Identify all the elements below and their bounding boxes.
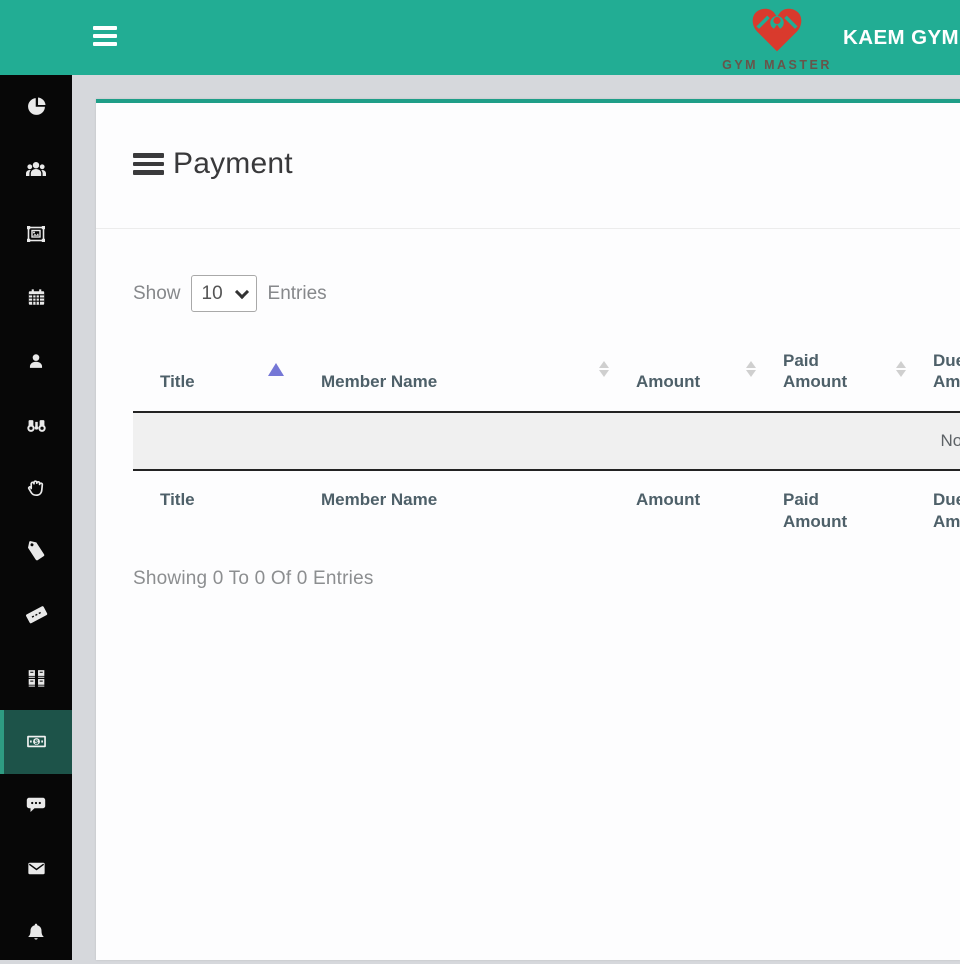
money-bill-icon: $ (24, 729, 49, 754)
column-header-due-amount[interactable]: Due Amount (906, 334, 960, 412)
payments-table-container: Title Member Name Amount Paid Amoun (133, 334, 960, 532)
show-label: Show (133, 283, 181, 305)
sidebar-item-attendance[interactable] (0, 456, 72, 520)
empty-message: No data available in table (133, 412, 960, 470)
table-footer-row: Title Member Name Amount Paid Amount Due… (133, 470, 960, 532)
calendar-icon (25, 286, 48, 309)
sidebar-item-trainers[interactable] (0, 329, 72, 393)
sidebar-item-enquiry[interactable] (0, 393, 72, 457)
footer-due-amount: Due Amount (906, 470, 960, 532)
table-length-control: Show 10 Entries (133, 275, 960, 312)
entries-label: Entries (268, 283, 327, 305)
footer-amount: Amount (609, 470, 756, 532)
column-header-amount[interactable]: Amount (609, 334, 756, 412)
table-info-summary: Showing 0 To 0 Of 0 Entries (133, 568, 960, 590)
equipment-grid-icon (24, 666, 49, 691)
users-group-icon (24, 158, 48, 182)
page-title-row: Payment (133, 103, 960, 181)
column-header-member-name[interactable]: Member Name (294, 334, 609, 412)
tag-icon (24, 539, 48, 563)
sidebar-item-notifications[interactable] (0, 901, 72, 964)
list-icon (133, 153, 164, 175)
sidebar-item-equipment[interactable] (0, 647, 72, 711)
footer-title: Title (133, 470, 294, 532)
sidebar-item-email[interactable] (0, 837, 72, 901)
payment-card: Payment Show 10 Entries (96, 99, 960, 960)
table-empty-row: No data available in table (133, 412, 960, 470)
footer-paid-amount: Paid Amount (756, 470, 906, 532)
sidebar-item-plans[interactable] (0, 202, 72, 266)
sidebar-nav: $ (0, 75, 72, 960)
hamburger-icon[interactable] (93, 26, 117, 49)
gym-name: KAEM GYM (843, 0, 960, 75)
sidebar-item-members[interactable] (0, 139, 72, 203)
page-title: Payment (173, 147, 293, 181)
title-divider (96, 228, 960, 229)
sidebar-item-payment[interactable]: $ (0, 710, 72, 774)
hand-icon (24, 476, 48, 500)
binoculars-icon (24, 412, 49, 437)
footer-member-name: Member Name (294, 470, 609, 532)
sidebar-item-offers[interactable] (0, 520, 72, 584)
main-content: Payment Show 10 Entries (72, 75, 960, 960)
logo-text: GYM MASTER (722, 58, 832, 72)
object-group-icon (24, 222, 48, 246)
page-size-select[interactable]: 10 (191, 275, 257, 312)
column-header-title[interactable]: Title (133, 334, 294, 412)
pie-chart-icon (25, 95, 48, 118)
ticket-icon (24, 602, 49, 627)
sidebar-item-dashboard[interactable] (0, 75, 72, 139)
table-header-row: Title Member Name Amount Paid Amoun (133, 334, 960, 412)
top-navbar: GYM MASTER KAEM GYM (0, 0, 960, 75)
sidebar-item-coupons[interactable] (0, 583, 72, 647)
brand-logo: GYM MASTER (722, 3, 832, 72)
sidebar-item-sms[interactable] (0, 774, 72, 838)
sort-asc-icon[interactable] (268, 363, 284, 376)
bell-icon (24, 920, 48, 944)
payments-table: Title Member Name Amount Paid Amoun (133, 334, 960, 532)
mail-icon (25, 857, 48, 880)
chat-icon (24, 793, 48, 817)
heart-dumbbell-logo-icon (745, 3, 809, 55)
column-header-paid-amount[interactable]: Paid Amount (756, 334, 906, 412)
user-icon (25, 350, 47, 372)
sidebar-item-schedule[interactable] (0, 266, 72, 330)
svg-text:$: $ (34, 739, 38, 746)
